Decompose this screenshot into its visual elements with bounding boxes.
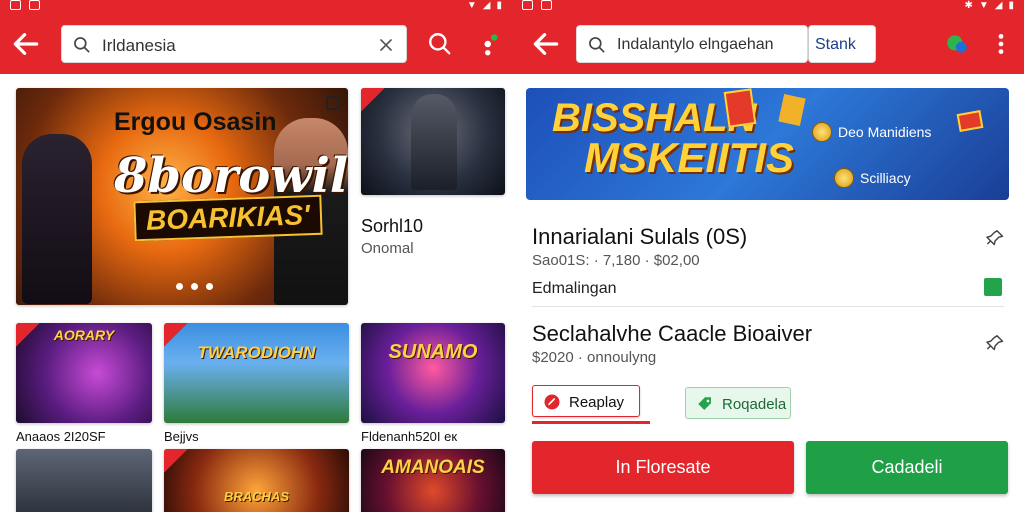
promo-label-2: Scilliacy bbox=[860, 170, 911, 186]
game-tile[interactable]: TWARODIOHN bbox=[164, 323, 349, 423]
gallery-notification-icon bbox=[522, 0, 533, 10]
expand-icon[interactable] bbox=[326, 96, 340, 110]
status-bar: ▼ ◢ ▮ bbox=[0, 0, 512, 14]
app-notification-icon bbox=[541, 0, 552, 10]
app-bar: Indalantylo elngaehan Stank bbox=[512, 14, 1024, 74]
tag-icon bbox=[164, 449, 188, 473]
tile-caption: Anaaos 2I20SF bbox=[16, 429, 106, 444]
side-item-subtitle: Onomal bbox=[361, 240, 414, 257]
item-meta: Edmalingan bbox=[532, 280, 617, 297]
primary-action-button[interactable]: In Floresate bbox=[532, 441, 794, 494]
tile-art-text: AMANOAIS bbox=[381, 457, 485, 478]
search-icon bbox=[589, 37, 605, 53]
tag-icon bbox=[544, 394, 560, 410]
carousel-indicator[interactable] bbox=[176, 283, 213, 290]
item-subtitle: Sao01S: · 7,180 · $02,00 bbox=[532, 252, 700, 269]
game-tile[interactable] bbox=[16, 449, 152, 512]
search-field[interactable]: Irldanesia bbox=[61, 25, 407, 63]
offer-chip[interactable]: Roqadela bbox=[685, 387, 791, 419]
promo-line-2: MSKEIITIS bbox=[584, 134, 795, 181]
side-item-thumbnail[interactable] bbox=[361, 88, 505, 195]
tile-art-text: TWARODIOHN bbox=[197, 343, 316, 362]
filter-dots-icon[interactable] bbox=[478, 31, 504, 57]
pin-icon[interactable] bbox=[986, 333, 1008, 355]
back-arrow-icon[interactable] bbox=[530, 28, 562, 60]
tag-icon bbox=[698, 397, 711, 410]
divider bbox=[532, 306, 1004, 307]
carousel-dot[interactable] bbox=[176, 283, 183, 290]
overflow-icon[interactable] bbox=[988, 31, 1014, 57]
search-action-button[interactable]: Stank bbox=[808, 25, 876, 63]
game-tile[interactable]: SUNAMO bbox=[361, 323, 505, 423]
clear-icon[interactable] bbox=[376, 35, 396, 55]
carousel-dot[interactable] bbox=[191, 283, 198, 290]
back-arrow-icon[interactable] bbox=[10, 28, 42, 60]
right-screen: ✱ ▼ ◢ ▮ Indalantylo elngaehan Stank BISS… bbox=[512, 0, 1024, 512]
search-icon[interactable] bbox=[427, 31, 453, 57]
tile-caption: Bejjvs bbox=[164, 429, 199, 444]
gift-card-icon bbox=[723, 88, 757, 128]
secondary-action-button[interactable]: Cadadeli bbox=[806, 441, 1008, 494]
promo-banner[interactable]: BISSHALN MSKEIITIS Deo Manidiens Scillia… bbox=[526, 88, 1009, 200]
game-tile[interactable]: BRACHAS bbox=[164, 449, 349, 512]
item-subtitle: $2020 · onnoulyng bbox=[532, 349, 657, 366]
search-input[interactable]: Indalantylo elngaehan bbox=[617, 36, 774, 54]
side-item-title[interactable]: Sorhl10 bbox=[361, 216, 423, 237]
gallery-notification-icon bbox=[10, 0, 21, 10]
featured-hero-card[interactable]: Ergou Osasin 8borowill BOARIKIAS' bbox=[16, 88, 348, 305]
tag-icon bbox=[361, 88, 385, 112]
search-field[interactable]: Indalantylo elngaehan bbox=[576, 25, 808, 63]
game-tile[interactable]: AORARY bbox=[16, 323, 152, 423]
carousel-dot[interactable] bbox=[206, 283, 213, 290]
game-tile[interactable]: AMANOAIS bbox=[361, 449, 505, 512]
search-icon bbox=[74, 37, 90, 53]
flag-icon bbox=[956, 110, 984, 132]
tile-art-text: BRACHAS bbox=[224, 489, 289, 504]
bookmark-icon[interactable] bbox=[984, 278, 1002, 296]
promo-label-1: Deo Manidiens bbox=[838, 124, 932, 140]
tile-art-text: SUNAMO bbox=[388, 341, 478, 363]
bluetooth-icon: ✱ bbox=[964, 0, 973, 11]
tile-art-text: AORARY bbox=[53, 327, 115, 343]
app-bar: Irldanesia bbox=[0, 14, 512, 74]
item-title[interactable]: Innarialani Sulals (0S) bbox=[532, 224, 747, 250]
pin-icon[interactable] bbox=[986, 228, 1008, 250]
chip-label: Reaplay bbox=[569, 394, 625, 411]
search-input[interactable]: Irldanesia bbox=[102, 36, 176, 56]
item-title[interactable]: Seclahalvhe Caacle Bioaiver bbox=[532, 321, 812, 347]
replay-chip[interactable]: Reaplay bbox=[532, 385, 640, 417]
hero-character-left bbox=[22, 134, 92, 304]
hero-title: Ergou Osasin bbox=[114, 108, 277, 136]
active-tab-indicator bbox=[532, 421, 650, 424]
tile-caption: Fldenanh520I eк bbox=[361, 429, 458, 444]
wifi-icon: ▼ bbox=[466, 0, 477, 11]
search-action-label: Stank bbox=[815, 36, 856, 53]
side-character bbox=[411, 94, 457, 190]
signal-icon: ◢ bbox=[482, 0, 491, 11]
app-notification-icon bbox=[29, 0, 40, 10]
left-screen: ▼ ◢ ▮ Irldanesia Ergou Osasin 8borowill … bbox=[0, 0, 512, 512]
gift-card-icon bbox=[778, 94, 806, 126]
battery-icon: ▮ bbox=[1008, 0, 1014, 11]
wifi-icon: ▼ bbox=[978, 0, 989, 11]
account-icon[interactable] bbox=[944, 31, 970, 57]
coin-icon bbox=[834, 168, 854, 188]
status-bar: ✱ ▼ ◢ ▮ bbox=[512, 0, 1024, 14]
coin-icon bbox=[812, 122, 832, 142]
chip-label: Roqadela bbox=[722, 396, 787, 413]
signal-icon: ◢ bbox=[994, 0, 1003, 11]
hero-banner: BOARIKIAS' bbox=[133, 194, 323, 242]
battery-icon: ▮ bbox=[496, 0, 502, 11]
